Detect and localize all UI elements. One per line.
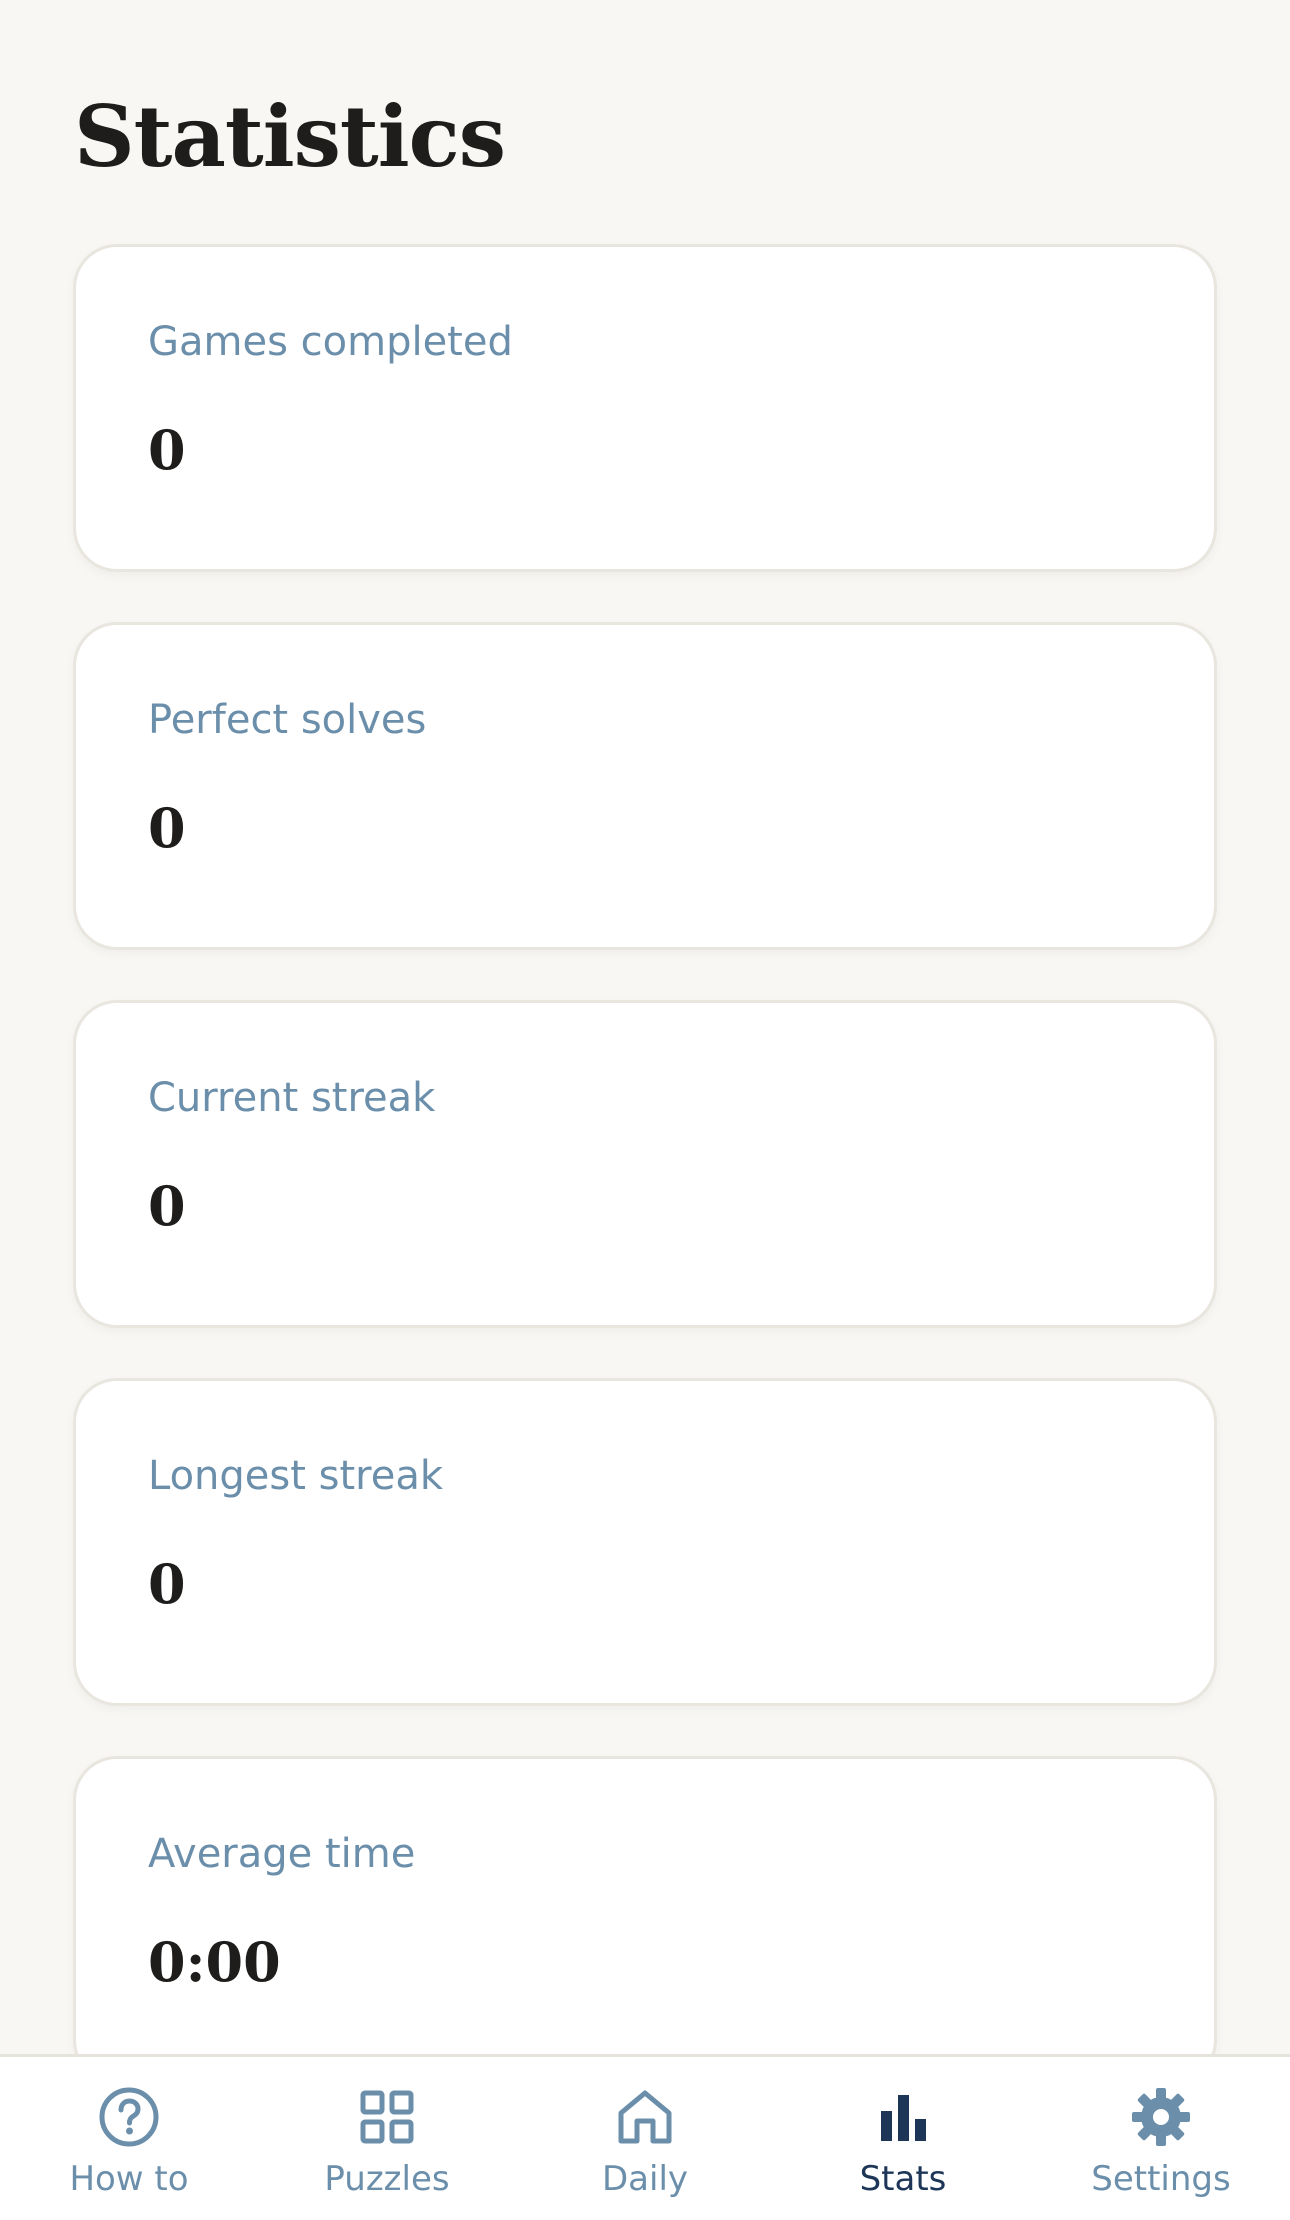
nav-label: Settings [1091,2159,1231,2199]
stat-value: 0 [148,1552,186,1616]
stat-value: 0 [148,1174,186,1238]
nav-item-daily[interactable]: Daily [535,2057,755,2220]
stats-list: Games completed 0 Perfect solves 0 Curre… [73,244,1217,2134]
stat-card-games-completed: Games completed 0 [73,244,1217,572]
nav-label: Puzzles [324,2159,450,2199]
stat-value: 0 [148,796,186,860]
gear-icon [1132,2088,1190,2146]
bar-chart-icon [881,2095,926,2141]
stat-label: Games completed [148,319,513,365]
home-icon [618,2090,672,2144]
nav-item-stats[interactable]: Stats [793,2057,1013,2220]
stat-card-current-streak: Current streak 0 [73,1000,1217,1328]
stat-label: Longest streak [148,1453,444,1499]
page-title: Statistics [74,87,506,186]
stat-label: Current streak [148,1075,436,1121]
nav-item-how-to[interactable]: How to [19,2057,239,2220]
nav-label: Stats [859,2159,947,2199]
stat-value: 0 [148,418,186,482]
stat-card-average-time: Average time 0:00 [73,1756,1217,2084]
nav-label: How to [69,2159,189,2199]
nav-label: Daily [601,2159,689,2199]
stat-card-perfect-solves: Perfect solves 0 [73,622,1217,950]
nav-item-settings[interactable]: Settings [1051,2057,1271,2220]
question-circle-icon [99,2087,159,2147]
grid-icon [360,2090,414,2144]
stat-label: Average time [148,1831,416,1877]
stat-card-longest-streak: Longest streak 0 [73,1378,1217,1706]
stat-label: Perfect solves [148,697,427,743]
stat-value: 0:00 [148,1930,281,1994]
bottom-nav: How to Puzzles Daily Stats Settings [0,2054,1290,2220]
nav-item-puzzles[interactable]: Puzzles [277,2057,497,2220]
